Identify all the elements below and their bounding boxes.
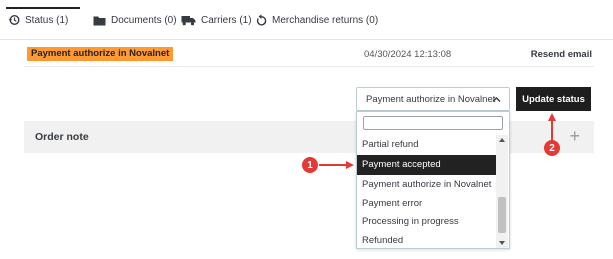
order-status-select-value: Payment authorize in Novalnet (366, 93, 496, 105)
add-note-button[interactable]: + (569, 127, 580, 145)
tab-carriers[interactable]: Carriers (1) (181, 9, 252, 31)
annotation-badge-1: 1 (302, 157, 318, 173)
tab-carriers-label: Carriers (1) (201, 14, 252, 26)
tab-merchandise-returns[interactable]: Merchandise returns (0) (256, 9, 378, 31)
dropdown-options: Partial refund Payment accepted Payment … (357, 135, 497, 249)
tab-status-label: Status (1) (25, 14, 69, 26)
dropdown-scrollbar[interactable] (496, 135, 508, 248)
status-date: 04/30/2024 12:13:08 (364, 49, 452, 60)
scroll-down-icon[interactable] (499, 241, 505, 245)
dropdown-option[interactable]: Partial refund (357, 135, 497, 155)
tab-documents-label: Documents (0) (111, 14, 177, 26)
resend-email-link[interactable]: Resend email (531, 49, 592, 60)
scrollbar-thumb[interactable] (498, 197, 506, 233)
order-status-select[interactable]: Payment authorize in Novalnet (356, 87, 510, 111)
status-badge: Payment authorize in Novalnet (27, 47, 174, 61)
order-tabs: Status (1) Documents (0) Carriers (1) Me… (0, 0, 613, 40)
tab-status[interactable]: Status (1) (8, 9, 68, 31)
annotation-badge-2: 2 (544, 140, 560, 156)
tab-merchandise-returns-label: Merchandise returns (0) (272, 14, 379, 26)
order-note-title: Order note (35, 131, 89, 143)
status-history-row: Payment authorize in Novalnet 04/30/2024… (24, 45, 594, 67)
status-dropdown: Partial refund Payment accepted Payment … (356, 111, 510, 249)
return-icon (256, 14, 267, 26)
history-icon (8, 14, 20, 26)
annotation-arrow-up-icon (548, 113, 556, 141)
truck-icon (181, 15, 196, 26)
scroll-up-icon[interactable] (499, 138, 505, 142)
folder-icon (93, 15, 106, 26)
chevron-up-icon (492, 95, 501, 106)
dropdown-search-input[interactable] (363, 116, 503, 130)
dropdown-option[interactable]: Payment error (357, 195, 497, 212)
annotation-arrow-right-icon (319, 161, 354, 169)
dropdown-option[interactable]: Processing in progress (357, 212, 497, 232)
dropdown-option-highlighted[interactable]: Payment accepted (357, 155, 497, 175)
update-status-button[interactable]: Update status (516, 87, 591, 111)
dropdown-option[interactable]: Refunded (357, 232, 497, 249)
tab-documents[interactable]: Documents (0) (93, 9, 177, 31)
dropdown-option-selected[interactable]: Payment authorize in Novalnet (357, 175, 497, 195)
